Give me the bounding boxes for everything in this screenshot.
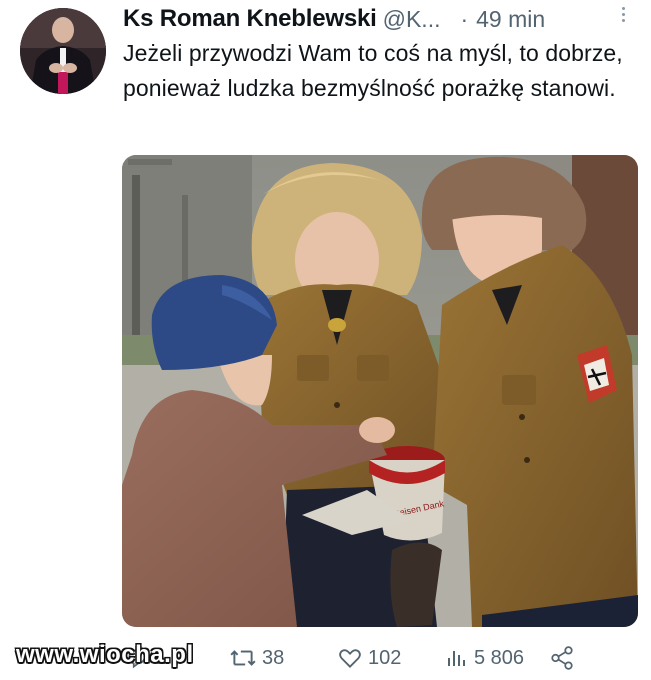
watermark: www.wiocha.pl (16, 641, 194, 668)
views-button[interactable]: 5 806 (445, 640, 524, 676)
author-handle[interactable]: @K... (383, 6, 441, 33)
more-options-icon[interactable] (613, 4, 633, 28)
like-button[interactable]: 102 (337, 640, 401, 676)
views-count: 5 806 (474, 646, 525, 669)
retweet-count: 38 (262, 646, 285, 669)
share-icon (551, 646, 573, 670)
author-avatar[interactable] (20, 8, 106, 94)
tweet-header: Ks Roman Kneblewski @K... · 49 min (123, 4, 643, 34)
like-count: 102 (368, 646, 402, 669)
author-name[interactable]: Ks Roman Kneblewski (123, 5, 377, 33)
tweet-text: Jeżeli przywodzi Wam to coś na myśl, to … (123, 40, 623, 101)
share-button[interactable] (548, 640, 581, 676)
tweet-photo[interactable]: Reisen Dank (122, 155, 638, 627)
heart-icon (339, 649, 361, 668)
tweet-timestamp[interactable]: 49 min (476, 6, 545, 33)
retweet-icon (230, 650, 256, 666)
retweet-button[interactable]: 38 (229, 640, 284, 676)
bar-chart-icon (448, 651, 465, 666)
separator-dot: · (460, 5, 469, 32)
